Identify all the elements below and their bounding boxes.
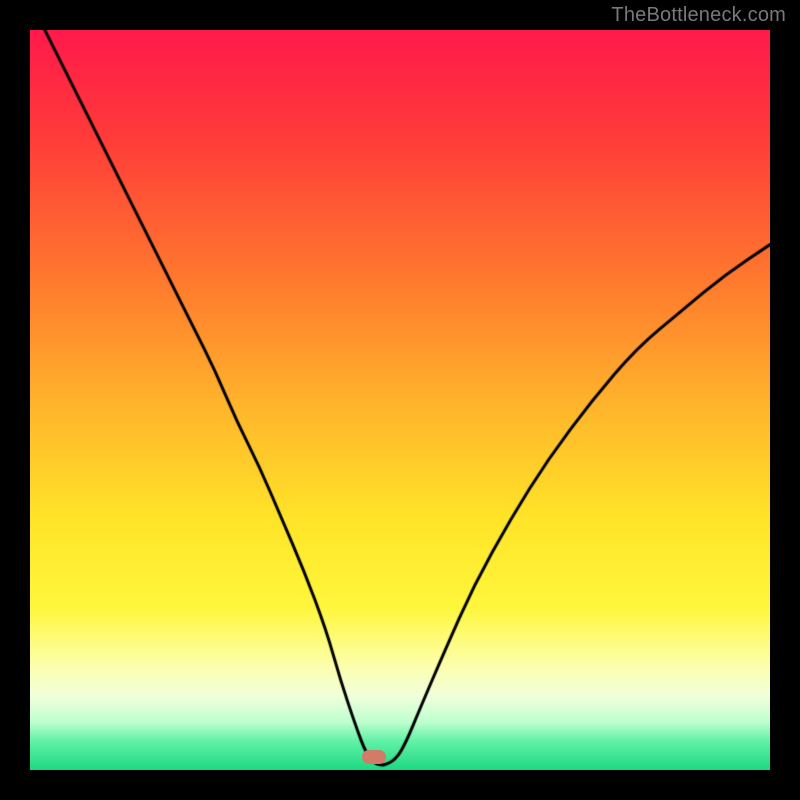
watermark-text: TheBottleneck.com [611, 4, 786, 27]
bottleneck-curve [30, 30, 770, 770]
chart-frame: TheBottleneck.com [0, 0, 800, 800]
plot-area [30, 30, 770, 770]
optimum-marker [362, 750, 386, 764]
